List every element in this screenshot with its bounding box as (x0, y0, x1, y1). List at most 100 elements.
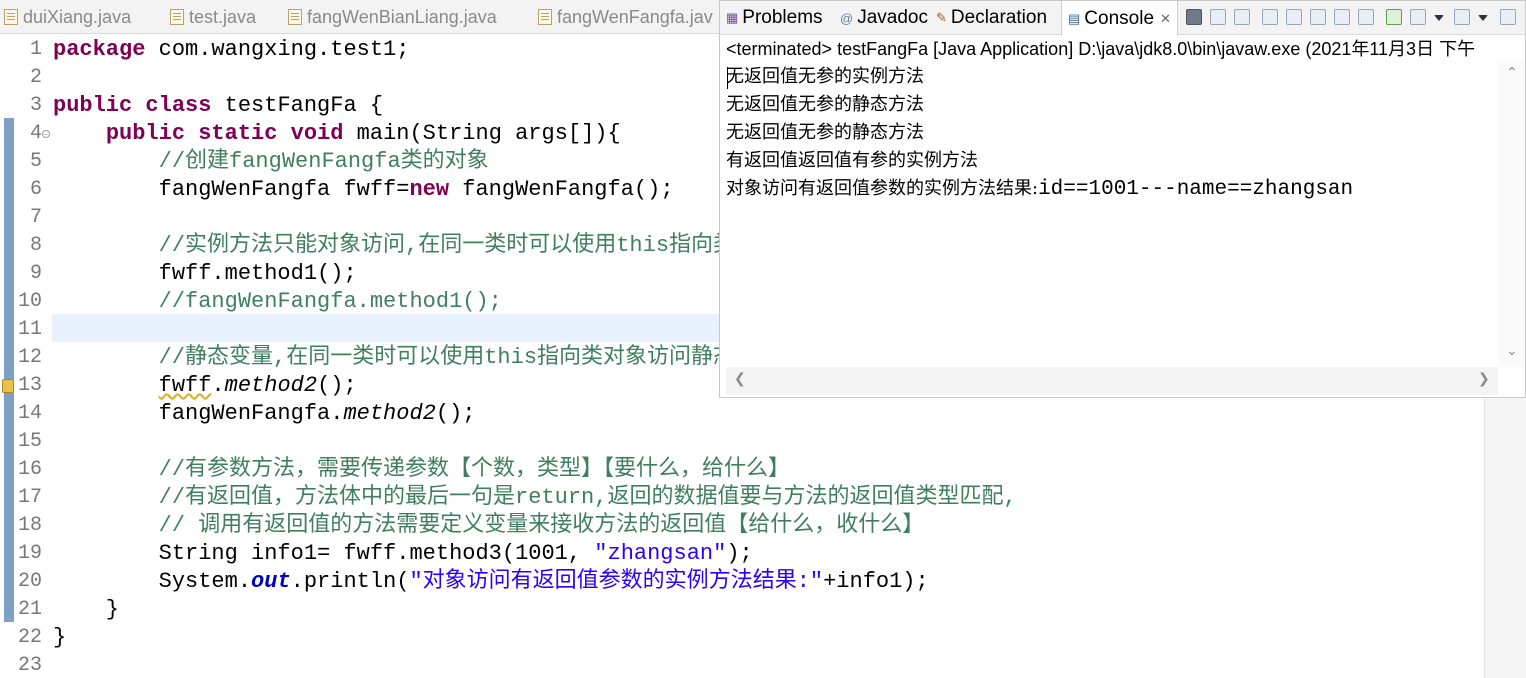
line-number: 2 (29, 66, 42, 89)
console-output-line: 对象访问有返回值参数的实例方法结果:id==1001---name==zhang… (726, 175, 1353, 203)
line-number-gutter: 1 2 3 4 5 6 7 8 9 10 11 12 13 14 15 16 17 18 19 20 21 22 23– (2, 34, 50, 678)
code-token: System. (53, 569, 252, 594)
warning-icon[interactable] (2, 379, 14, 393)
scroll-right-icon[interactable]: ❯ (1478, 371, 1490, 387)
line-number: 9 (29, 262, 42, 285)
code-token: //有返回值，方法体中的最后一句是return,返回的数据值要与方法的返回值类型… (158, 485, 1017, 510)
console-output-line: 有返回值返回值有参的实例方法 (726, 147, 978, 175)
code-line[interactable]: System.out.println("对象访问有返回值参数的实例方法结果:"+… (53, 568, 929, 596)
scroll-lock-icon[interactable] (1286, 9, 1302, 25)
tab-javadoc[interactable]: @ Javadoc (840, 1, 928, 35)
remove-launch-icon[interactable] (1210, 9, 1226, 25)
scroll-left-icon[interactable]: ❮ (734, 371, 746, 387)
close-icon[interactable]: ✕ (1160, 11, 1171, 27)
tab-console[interactable]: ▤ Console ✕ (1061, 1, 1178, 36)
console-output-line: 无返回值无参的静态方法 (726, 119, 924, 147)
display-console-icon[interactable] (1410, 9, 1426, 25)
console-result-value: id==1001---name==zhangsan (1038, 178, 1354, 201)
tab-label: Problems (742, 7, 823, 28)
line-number: 17 (17, 486, 42, 509)
code-line[interactable]: //有返回值，方法体中的最后一句是return,返回的数据值要与方法的返回值类型… (53, 484, 1017, 512)
console-output-line: 无返回值无参的静态方法 (726, 91, 924, 119)
line-number: 23 (17, 654, 42, 677)
at-icon: @ (840, 10, 854, 26)
editor-tab[interactable]: fangWenBianLiang.java (288, 0, 497, 33)
overview-ruler (0, 34, 14, 678)
code-token: //fangWenFangfa.method1(); (158, 289, 502, 314)
line-number: 6 (29, 178, 42, 201)
code-line[interactable]: } (53, 624, 66, 652)
console-horizontal-scrollbar[interactable]: ❮ ❯ (726, 367, 1498, 395)
console-vertical-scrollbar[interactable]: ⌃ ⌄ (1498, 61, 1524, 367)
code-line[interactable]: public class testFangFa { (53, 92, 383, 120)
editor-tab[interactable]: duiXiang.java (4, 0, 131, 33)
line-number: 22 (17, 626, 42, 649)
console-text: 无返回值无参的静态方法 (726, 122, 924, 143)
terminate-icon[interactable] (1186, 9, 1202, 25)
line-number: 18 (17, 514, 42, 537)
code-token: fangWenFangfa fwff= (53, 177, 410, 202)
code-line[interactable]: package com.wangxing.test1; (53, 36, 409, 64)
open-console-icon[interactable] (1386, 9, 1402, 25)
show-on-output-icon[interactable] (1334, 9, 1350, 25)
code-line[interactable]: //创建fangWenFangfa类的对象 (53, 148, 489, 176)
code-token: (); (435, 401, 476, 426)
code-line[interactable]: // 调用有返回值的方法需要定义变量来接收方法的返回值【给什么，收什么】 (53, 512, 925, 540)
code-line[interactable]: //fangWenFangfa.method1(); (53, 288, 502, 316)
code-token: public (105, 121, 186, 146)
code-line[interactable]: fangWenFangfa fwff=new fangWenFangfa(); (53, 176, 674, 204)
line-number: 20 (17, 570, 42, 593)
code-line[interactable]: //实例方法只能对象访问,在同一类时可以使用this指向类对象访问 (53, 232, 823, 260)
code-line[interactable]: fangWenFangfa.method2(); (53, 400, 476, 428)
text-caret (727, 67, 728, 89)
scroll-up-icon[interactable]: ⌃ (1506, 65, 1518, 81)
minimize-icon[interactable] (1500, 9, 1516, 25)
code-token: public (53, 93, 133, 118)
editor-tab-active[interactable]: fangWenFangfa.jav (538, 0, 713, 33)
editor-tab[interactable]: test.java (170, 0, 256, 33)
remove-all-icon[interactable] (1234, 9, 1250, 25)
editor-tab-label: fangWenFangfa.jav (557, 6, 713, 27)
tab-problems[interactable]: ▦ Problems (726, 1, 823, 35)
java-file-icon (4, 9, 18, 25)
code-token: method2 (343, 401, 436, 426)
console-output-line: 无返回值无参的实例方法 (726, 63, 924, 91)
code-line[interactable]: fwff.method2(); (53, 372, 357, 400)
chevron-down-icon[interactable] (1434, 15, 1444, 21)
code-line[interactable]: public static void main(String args[]){ (53, 120, 621, 148)
line-number: 21 (17, 598, 42, 621)
line-number: 8 (29, 234, 42, 257)
scroll-down-icon[interactable]: ⌄ (1506, 343, 1518, 359)
clear-console-icon[interactable] (1262, 9, 1278, 25)
code-line[interactable]: String info1= fwff.method3(1001, "zhangs… (53, 540, 753, 568)
code-line[interactable]: //静态变量,在同一类时可以使用this指向类对象访问静态方法 (53, 344, 779, 372)
console-text: 无返回值无参的实例方法 (726, 66, 924, 87)
chevron-down-icon[interactable] (1478, 15, 1488, 21)
tab-label: Javadoc (857, 7, 928, 28)
editor-tab-strip: duiXiang.java test.java fangWenBianLiang… (0, 0, 722, 34)
new-console-icon[interactable] (1454, 9, 1470, 25)
tab-declaration[interactable]: ✎ Declaration (936, 1, 1047, 35)
code-line[interactable]: fwff.method1(); (53, 260, 357, 288)
line-number: 10 (17, 290, 42, 313)
code-token: class (145, 93, 212, 118)
code-token: //静态变量,在同一类时可以使用this指向类对象访问静态方法 (158, 345, 780, 370)
line-number: 3 (29, 94, 42, 117)
word-wrap-icon[interactable] (1310, 9, 1326, 25)
code-line[interactable]: } (53, 596, 119, 624)
fold-collapse-icon[interactable]: – (42, 130, 50, 138)
code-token: main(String args[]){ (343, 121, 621, 146)
code-token: package (53, 37, 146, 62)
problems-icon: ▦ (726, 10, 739, 25)
pin-console-icon[interactable] (1358, 9, 1374, 25)
line-number: 19 (17, 542, 42, 565)
code-line[interactable]: //有参数方法，需要传递参数【个数，类型】【要什么，给什么】 (53, 456, 790, 484)
tab-label: Console (1084, 7, 1155, 29)
